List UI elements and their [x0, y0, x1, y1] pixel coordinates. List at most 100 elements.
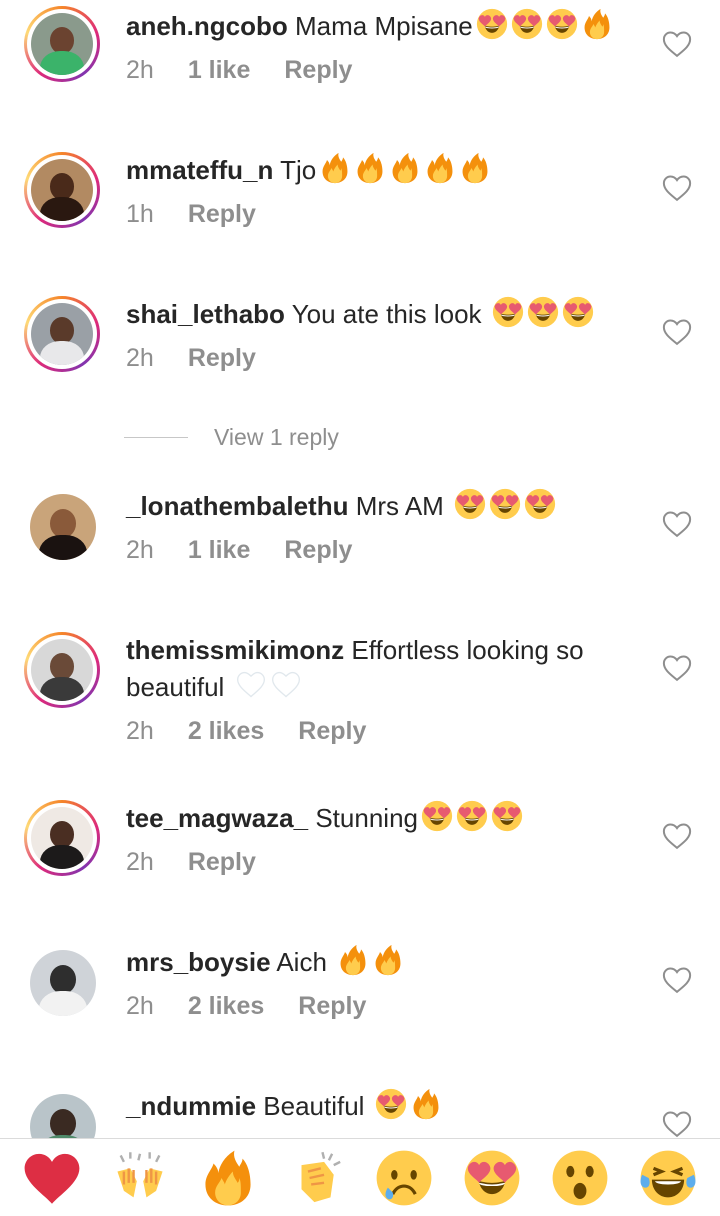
- comment-time: 2h: [126, 992, 154, 1020]
- comment-meta: 2h 2 likes Reply: [126, 992, 400, 1021]
- comment-body: Beautiful: [263, 1091, 372, 1121]
- reaction-red-heart-icon[interactable]: [22, 1148, 82, 1208]
- comment-username[interactable]: themissmikimonz: [126, 635, 344, 665]
- like-heart-icon[interactable]: [662, 30, 692, 58]
- comment-text: tee_magwaza_ Stunning: [126, 800, 626, 837]
- fire-emoji-icon: [319, 152, 351, 184]
- comment-meta: 2h 1 like Reply: [126, 56, 386, 85]
- reaction-fire-icon[interactable]: [198, 1148, 258, 1208]
- comment-time: 2h: [126, 717, 154, 745]
- replies-divider: [124, 437, 188, 438]
- comment-text: shai_lethabo You ate this look: [126, 296, 626, 333]
- reply-button[interactable]: Reply: [298, 992, 366, 1021]
- comment-username[interactable]: tee_magwaza_: [126, 803, 308, 833]
- heart-eyes-emoji-icon: [546, 8, 578, 40]
- reaction-clapping-hands-icon[interactable]: [286, 1148, 346, 1208]
- avatar[interactable]: [24, 632, 100, 708]
- comment-body: Mama Mpisane: [295, 11, 473, 41]
- heart-eyes-emoji-icon: [456, 800, 488, 832]
- comment-username[interactable]: aneh.ngcobo: [126, 11, 288, 41]
- comment-username[interactable]: mmateffu_n: [126, 155, 273, 185]
- comment-likes-count[interactable]: 1 like: [188, 536, 251, 565]
- reply-button[interactable]: Reply: [188, 848, 256, 877]
- comment-body: Stunning: [315, 803, 418, 833]
- reply-button[interactable]: Reply: [298, 717, 366, 746]
- heart-eyes-emoji-icon: [375, 1088, 407, 1120]
- reaction-heart-eyes-icon[interactable]: [462, 1148, 522, 1208]
- comment-time: 2h: [126, 848, 154, 876]
- comment-text: aneh.ngcobo Mama Mpisane: [126, 8, 626, 45]
- white-heart-emoji-icon: [270, 669, 302, 701]
- heart-eyes-emoji-icon: [527, 296, 559, 328]
- reaction-tears-of-joy-icon[interactable]: [638, 1148, 698, 1208]
- reply-button[interactable]: Reply: [188, 344, 256, 373]
- comment-meta: 2h Reply: [126, 848, 290, 877]
- comment-time: 2h: [126, 536, 154, 564]
- comment-time: 1h: [126, 200, 154, 228]
- comment-text: themissmikimonz Effortless looking so be…: [126, 632, 626, 706]
- comment-time: 2h: [126, 344, 154, 372]
- comment-body: You ate this look: [291, 299, 489, 329]
- reaction-raising-hands-icon[interactable]: [110, 1148, 170, 1208]
- comment-username[interactable]: _ndummie: [126, 1091, 256, 1121]
- heart-eyes-emoji-icon: [562, 296, 594, 328]
- avatar[interactable]: [24, 152, 100, 228]
- like-heart-icon[interactable]: [662, 510, 692, 538]
- comment-text: _ndummie Beautiful: [126, 1088, 626, 1125]
- reply-button[interactable]: Reply: [284, 536, 352, 565]
- comment-likes-count[interactable]: 1 like: [188, 56, 251, 85]
- view-replies-label[interactable]: View 1 reply: [214, 424, 339, 451]
- comment-meta: 2h 2 likes Reply: [126, 717, 400, 746]
- like-heart-icon[interactable]: [662, 1110, 692, 1138]
- avatar[interactable]: [30, 950, 96, 1016]
- comment-body: Aich: [276, 947, 335, 977]
- heart-eyes-emoji-icon: [511, 8, 543, 40]
- comment-meta: 2h 1 like Reply: [126, 536, 386, 565]
- comment-time: 2h: [126, 56, 154, 84]
- avatar[interactable]: [30, 494, 96, 560]
- reaction-surprised-face-icon[interactable]: [550, 1148, 610, 1208]
- fire-emoji-icon: [337, 944, 369, 976]
- heart-eyes-emoji-icon: [491, 800, 523, 832]
- reply-button[interactable]: Reply: [284, 56, 352, 85]
- comment-body: Mrs AM: [355, 491, 452, 521]
- view-replies-button[interactable]: View 1 reply: [124, 424, 339, 451]
- heart-eyes-emoji-icon: [421, 800, 453, 832]
- comment-body: Tjo: [280, 155, 317, 185]
- comment-text: mrs_boysie Aich: [126, 944, 626, 981]
- fire-emoji-icon: [410, 1088, 442, 1120]
- fire-emoji-icon: [354, 152, 386, 184]
- like-heart-icon[interactable]: [662, 174, 692, 202]
- heart-eyes-emoji-icon: [454, 488, 486, 520]
- reply-button[interactable]: Reply: [188, 200, 256, 229]
- comment-likes-count[interactable]: 2 likes: [188, 992, 264, 1021]
- comments-list[interactable]: aneh.ngcobo Mama Mpisane 2h 1 like Reply…: [0, 0, 720, 1138]
- comment-meta: 1h Reply: [126, 200, 290, 229]
- avatar[interactable]: [24, 296, 100, 372]
- comment-meta: 2h Reply: [126, 344, 290, 373]
- fire-emoji-icon: [424, 152, 456, 184]
- avatar[interactable]: [24, 800, 100, 876]
- fire-emoji-icon: [581, 8, 613, 40]
- heart-eyes-emoji-icon: [524, 488, 556, 520]
- comment-likes-count[interactable]: 2 likes: [188, 717, 264, 746]
- avatar[interactable]: [30, 1094, 96, 1138]
- fire-emoji-icon: [459, 152, 491, 184]
- comment-username[interactable]: shai_lethabo: [126, 299, 285, 329]
- white-heart-emoji-icon: [235, 669, 267, 701]
- fire-emoji-icon: [389, 152, 421, 184]
- heart-eyes-emoji-icon: [489, 488, 521, 520]
- like-heart-icon[interactable]: [662, 966, 692, 994]
- like-heart-icon[interactable]: [662, 654, 692, 682]
- quick-reaction-bar: [0, 1138, 720, 1216]
- fire-emoji-icon: [372, 944, 404, 976]
- heart-eyes-emoji-icon: [476, 8, 508, 40]
- comment-text: mmateffu_n Tjo: [126, 152, 626, 189]
- heart-eyes-emoji-icon: [492, 296, 524, 328]
- like-heart-icon[interactable]: [662, 318, 692, 346]
- comment-username[interactable]: mrs_boysie: [126, 947, 271, 977]
- like-heart-icon[interactable]: [662, 822, 692, 850]
- reaction-crying-face-icon[interactable]: [374, 1148, 434, 1208]
- comment-username[interactable]: _lonathembalethu: [126, 491, 348, 521]
- avatar[interactable]: [24, 6, 100, 82]
